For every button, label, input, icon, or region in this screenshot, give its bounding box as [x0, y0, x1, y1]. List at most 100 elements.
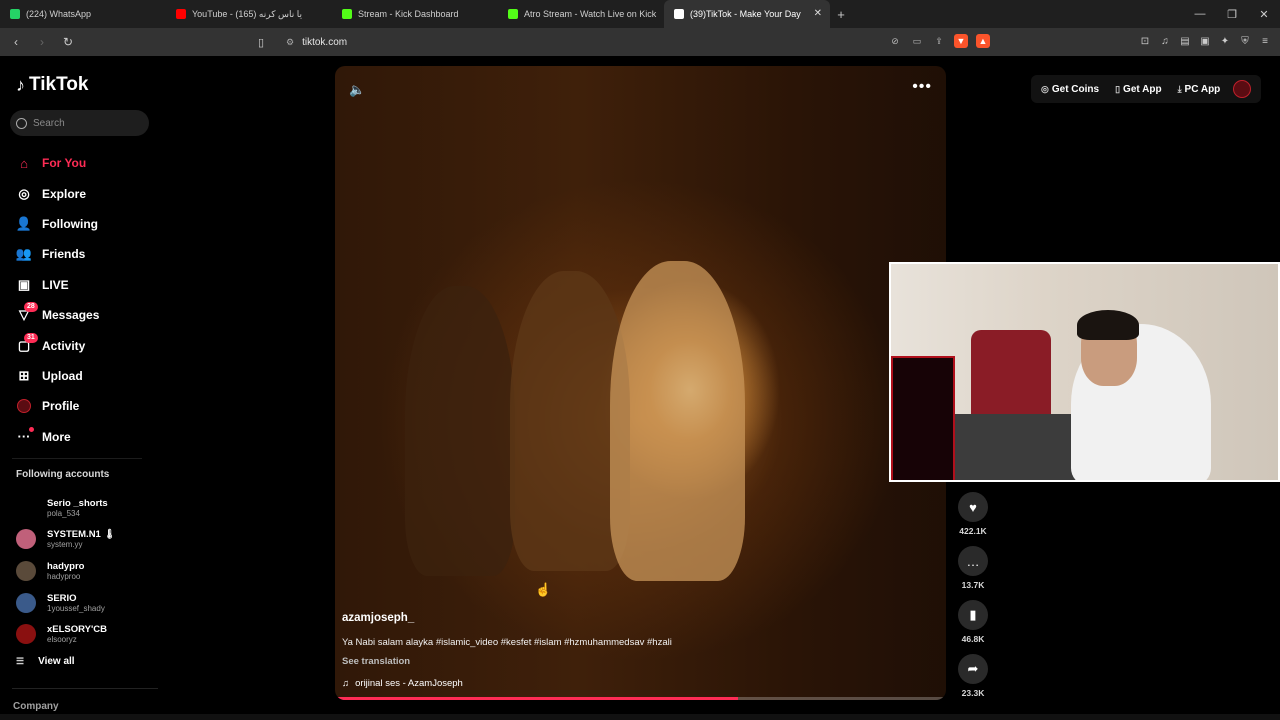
- comment-icon[interactable]: …: [958, 546, 988, 576]
- company-link[interactable]: Company: [13, 701, 59, 712]
- following-account[interactable]: Serio _shorts pola_534: [16, 492, 116, 524]
- browser-tab[interactable]: Stream - Kick Dashboard: [332, 0, 498, 28]
- vpn-icon[interactable]: ⛨: [1238, 34, 1252, 48]
- browser-toolbar: ‹ › ↻ ▯ ⚙ tiktok.com: [0, 28, 1280, 56]
- reload-icon[interactable]: ↻: [58, 32, 78, 52]
- notification-dot: [29, 426, 34, 432]
- account-username: elsooryz: [47, 635, 77, 645]
- webcam-hair: [1077, 310, 1139, 340]
- video-author[interactable]: azamjoseph_: [342, 612, 414, 624]
- cast-icon[interactable]: ▭: [910, 34, 924, 48]
- tab-favicon-icon: [508, 9, 518, 19]
- sidebar-item-upload[interactable]: ⊞ Upload: [16, 361, 99, 391]
- get-coins-button[interactable]: ◎ Get Coins: [1041, 84, 1099, 95]
- brave-rewards-icon[interactable]: ▲: [976, 34, 990, 48]
- tab-favicon-icon: [10, 9, 20, 19]
- sidebar-item-profile[interactable]: Profile: [16, 391, 99, 421]
- avatar: [16, 624, 36, 645]
- tab-favicon-icon: [176, 9, 186, 19]
- account-name: hadypro: [47, 560, 85, 572]
- close-tab-icon[interactable]: ✕: [814, 8, 822, 19]
- media-icon[interactable]: ♫: [1158, 34, 1172, 48]
- restore-icon[interactable]: ❐: [1216, 0, 1248, 28]
- get-app-button[interactable]: ▯ Get App: [1115, 84, 1161, 95]
- avatar: [16, 529, 36, 550]
- sidebar-item-more[interactable]: ··· More: [16, 422, 99, 452]
- music-label: orijinal ses - AzamJoseph: [355, 678, 463, 689]
- avatar: [16, 592, 36, 613]
- account-names: xELSORY'CB elsooryz: [47, 624, 107, 644]
- sidebar-item-friends[interactable]: 👥 Friends: [16, 239, 99, 269]
- home-icon: ⌂: [20, 155, 28, 171]
- avatar: [16, 560, 36, 581]
- pc-app-button[interactable]: ⤓ PC App: [1178, 84, 1221, 95]
- search-input[interactable]: [33, 117, 143, 129]
- volume-icon[interactable]: 🔈: [349, 82, 365, 98]
- tiktok-logo[interactable]: ♪ TikTok: [16, 74, 88, 96]
- heart-icon[interactable]: ♥: [958, 492, 988, 522]
- sidebar-item-messages[interactable]: ▽ 28 Messages: [16, 300, 99, 330]
- brave-shields-icon[interactable]: ▼: [954, 34, 968, 48]
- browser-tab[interactable]: (39)TikTok - Make Your Day ✕: [664, 0, 830, 28]
- more-options-icon[interactable]: •••: [912, 78, 932, 96]
- music-link[interactable]: ♫ orijinal ses - AzamJoseph: [342, 678, 463, 689]
- url-text[interactable]: tiktok.com: [302, 37, 347, 48]
- following-account[interactable]: xELSORY'CB elsooryz: [16, 618, 116, 650]
- following-account[interactable]: hadypro hadyproo: [16, 555, 116, 587]
- avatar: [16, 497, 36, 518]
- notification-badge: 28: [24, 302, 38, 313]
- tab-title: (224) WhatsApp: [26, 9, 92, 19]
- share-action[interactable]: ➦ 23.3K: [956, 654, 990, 708]
- following-account[interactable]: SYSTEM.N1 🌡 system.yy: [16, 524, 116, 556]
- address-bar[interactable]: ▯ ⚙ tiktok.com: [258, 32, 998, 52]
- messages-icon: ▽ 28: [16, 302, 38, 323]
- new-tab-button[interactable]: +: [830, 7, 852, 22]
- tab-favicon-icon: [342, 9, 352, 19]
- avatar[interactable]: [1233, 80, 1251, 98]
- leo-ai-icon[interactable]: ✦: [1218, 34, 1232, 48]
- account-names: SERIO 1youssef_shady: [47, 593, 105, 613]
- sidebar-item-following[interactable]: 👤 Following: [16, 209, 99, 239]
- following-account[interactable]: SERIO 1youssef_shady: [16, 587, 116, 619]
- more-icon: ···: [16, 426, 34, 445]
- account-names: SYSTEM.N1 🌡 system.yy: [47, 529, 116, 549]
- search-box[interactable]: [10, 110, 149, 136]
- browser-tab[interactable]: YouTube - یا ناس کرنه (165): [166, 0, 332, 28]
- sidebar-item-live[interactable]: ▣ LIVE: [16, 270, 99, 300]
- video-actions: ♥ 422.1K … 13.7K ▮ 46.8K ➦ 23.3K: [956, 492, 990, 708]
- see-translation-link[interactable]: See translation: [342, 656, 410, 667]
- share-page-icon[interactable]: ⇪: [932, 34, 946, 48]
- translate-off-icon[interactable]: ⊘: [888, 34, 902, 48]
- sidebar-item-label: More: [42, 429, 71, 444]
- wallet-icon[interactable]: ▣: [1198, 34, 1212, 48]
- bookmark-icon[interactable]: ▮: [958, 600, 988, 630]
- following-accounts-title: Following accounts: [16, 469, 110, 480]
- comment-action[interactable]: … 13.7K: [956, 546, 990, 600]
- sidebar-nav: ⌂ For You ◎ Explore 👤 Following 👥 Friends ▣ LIVE ▽…: [16, 148, 99, 452]
- coin-icon: ◎: [1041, 83, 1049, 94]
- menu-icon[interactable]: ≡: [1258, 34, 1272, 48]
- share-icon[interactable]: ➦: [958, 654, 988, 684]
- window-controls: — ❐ ✕: [1184, 0, 1280, 28]
- sidebar-item-explore[interactable]: ◎ Explore: [16, 178, 99, 208]
- bookmark-action[interactable]: ▮ 46.8K: [956, 600, 990, 654]
- activity-icon: ▢ 31: [16, 332, 38, 354]
- video-player[interactable]: 🔈 ••• ☝ azamjoseph_ Ya Nabi salam alayka…: [335, 66, 946, 700]
- bookmark-icon[interactable]: ▯: [258, 36, 272, 49]
- browser-tab[interactable]: (224) WhatsApp: [0, 0, 166, 28]
- video-progress-bar[interactable]: [335, 697, 946, 700]
- sidebar-item-activity[interactable]: ▢ 31 Activity: [16, 330, 99, 360]
- webcam-pc-case: [891, 356, 955, 480]
- video-figure: [405, 286, 515, 576]
- close-window-icon[interactable]: ✕: [1248, 0, 1280, 28]
- view-all-link[interactable]: ☰ View all: [16, 656, 75, 667]
- extensions-icon[interactable]: ⊡: [1138, 34, 1152, 48]
- browser-tab[interactable]: Atro Stream - Watch Live on Kick: [498, 0, 664, 28]
- site-info-icon[interactable]: ⚙: [286, 37, 294, 48]
- back-icon[interactable]: ‹: [6, 32, 26, 52]
- sidebar-item-for-you[interactable]: ⌂ For You: [16, 148, 99, 178]
- minimize-icon[interactable]: —: [1184, 0, 1216, 28]
- forward-icon[interactable]: ›: [32, 32, 52, 52]
- heart-action[interactable]: ♥ 422.1K: [956, 492, 990, 546]
- sidebar-toggle-icon[interactable]: ▤: [1178, 34, 1192, 48]
